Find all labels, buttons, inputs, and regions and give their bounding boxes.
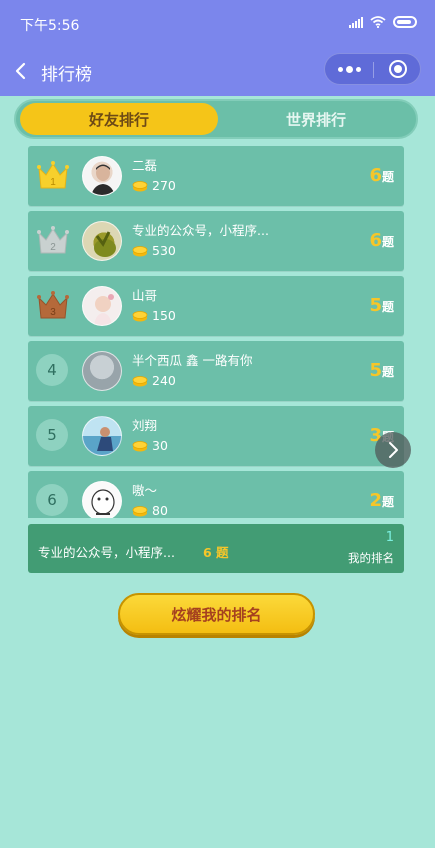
score-unit: 题 [381,300,394,314]
my-rank-label: 我的排名 [348,551,394,565]
player-name: 半个西瓜 鑫 一路有你 [132,353,253,368]
score-unit: 题 [381,235,394,249]
my-name: 专业的公众号，小程序... [38,545,175,560]
ranking-row[interactable]: 4 半个西瓜 鑫 一路有你 240 5题 [28,341,404,401]
player-name: 山哥 [132,288,158,303]
score: 6题 [369,230,394,251]
wifi-icon [370,16,386,28]
scroll-next-button[interactable] [375,432,411,468]
avatar [82,156,122,196]
target-icon[interactable] [389,60,407,78]
nav-bar: 排行榜 [0,46,435,96]
share-rank-button[interactable]: 炫耀我的排名 [118,593,315,635]
silver-crown-icon: 2 [37,226,69,254]
chevron-left-icon[interactable] [12,60,32,82]
ranking-row[interactable]: 1 二磊 270 6题 [28,146,404,206]
score-number: 6 [369,230,382,251]
coin-count: 30 [132,438,168,453]
coin-stack-icon [132,440,148,451]
coin-count: 270 [132,178,176,193]
coin-stack-icon [132,375,148,386]
score: 2题 [369,490,394,511]
coin-count: 530 [132,243,176,258]
coin-stack-icon [132,180,148,191]
my-score: 6 题 [203,545,229,560]
coin-value: 150 [152,308,176,323]
avatar [82,481,122,518]
coin-value: 270 [152,178,176,193]
score-unit: 题 [381,170,394,184]
coin-count: 80 [132,503,168,518]
coin-count: 150 [132,308,176,323]
coin-count: 240 [132,373,176,388]
my-rank-number: 1 [385,530,394,545]
rank-number: 2 [50,242,56,253]
signal-icon [349,16,363,28]
ranking-list[interactable]: 1 二磊 270 6题 2 专业的公众号，小程序... 530 6题 3 山哥 … [28,146,404,518]
tab-friends-ranking[interactable]: 好友排行 [20,103,218,135]
rank-number: 4 [36,354,68,386]
tab-world-ranking[interactable]: 世界排行 [218,103,414,135]
score-number: 6 [369,165,382,186]
bronze-crown-icon: 3 [37,291,69,319]
gold-crown-icon: 1 [37,161,69,189]
score-number: 2 [369,490,382,511]
coin-stack-icon [132,310,148,321]
score-number: 5 [369,295,382,316]
coin-value: 80 [152,503,168,518]
status-time: 下午5:56 [20,18,80,34]
mini-program-capsule [324,53,421,85]
coin-value: 240 [152,373,176,388]
player-name: 二磊 [132,158,158,173]
rank-number: 3 [50,307,56,318]
my-rank-bar: 专业的公众号，小程序... 6 题 1 我的排名 [28,524,404,573]
avatar [82,351,122,391]
rank-number: 5 [36,419,68,451]
ranking-tabs: 好友排行 世界排行 [14,99,418,139]
capsule-divider [373,62,374,78]
avatar [82,221,122,261]
rank-number: 6 [36,484,68,516]
score: 5题 [369,295,394,316]
rank-number: 1 [50,177,56,188]
status-bar: 下午5:56 [0,0,435,46]
ranking-row[interactable]: 2 专业的公众号，小程序... 530 6题 [28,211,404,271]
score-unit: 题 [381,495,394,509]
coin-value: 530 [152,243,176,258]
ranking-row[interactable]: 6 嗷～ 80 2题 [28,471,404,518]
score: 5题 [369,360,394,381]
ranking-row[interactable]: 5 刘翔 30 3题 [28,406,404,466]
more-dots-icon[interactable] [325,54,373,84]
coin-value: 30 [152,438,168,453]
player-name: 刘翔 [132,418,158,433]
battery-icon [393,16,417,28]
avatar [82,416,122,456]
page-title: 排行榜 [41,65,92,85]
player-name: 专业的公众号，小程序... [132,223,269,238]
score-unit: 题 [381,365,394,379]
player-name: 嗷～ [132,483,158,498]
coin-stack-icon [132,245,148,256]
coin-stack-icon [132,505,148,516]
score-number: 5 [369,360,382,381]
status-icons [349,16,417,28]
avatar [82,286,122,326]
chevron-right-icon [389,442,398,458]
score: 6题 [369,165,394,186]
ranking-row[interactable]: 3 山哥 150 5题 [28,276,404,336]
